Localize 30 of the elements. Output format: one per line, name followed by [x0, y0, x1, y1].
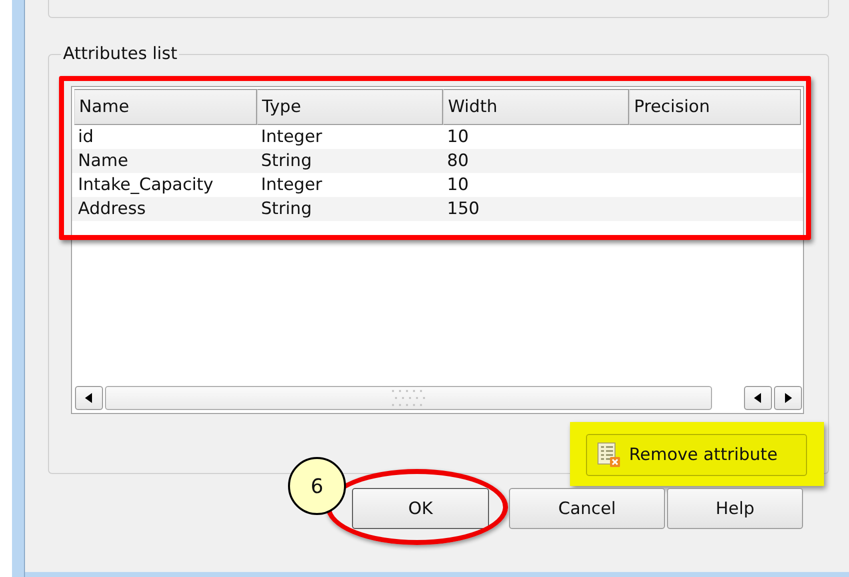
- table-cell-text: String: [260, 150, 313, 173]
- table-cell-text: Address: [77, 198, 147, 221]
- table-cell-text: Name: [77, 150, 130, 173]
- table-cell-text: 10: [446, 126, 470, 149]
- right-arrow-icon: [784, 393, 792, 403]
- remove-attribute-button[interactable]: Remove attribute: [586, 434, 807, 476]
- scrollbar-thumb[interactable]: [105, 386, 712, 410]
- scroll-left-button[interactable]: [75, 386, 103, 410]
- column-header[interactable]: Precision: [629, 89, 801, 125]
- table-cell-text: 150: [446, 198, 480, 221]
- table-delete-icon: [597, 442, 621, 468]
- left-arrow-icon: [754, 393, 762, 403]
- left-arrow-icon: [85, 393, 93, 403]
- scroll-right-button[interactable]: [774, 386, 802, 410]
- table-cell-text: 10: [446, 174, 470, 197]
- table-cell-text: String: [260, 198, 313, 221]
- table-cell-text: Intake_Capacity: [77, 174, 214, 197]
- column-header[interactable]: Name: [74, 89, 257, 125]
- scroll-left-button[interactable]: [744, 386, 772, 410]
- column-header[interactable]: Width: [443, 89, 629, 125]
- dialog-button[interactable]: Help: [667, 488, 803, 529]
- dialog-button[interactable]: OK: [352, 488, 489, 529]
- horizontal-scrollbar[interactable]: [75, 385, 802, 411]
- table-cell-text: 80: [446, 150, 470, 173]
- dialog-button[interactable]: Cancel: [509, 488, 665, 529]
- table-cell-text: id: [77, 126, 95, 149]
- group-title: Attributes list: [62, 44, 178, 64]
- table-cell-text: Integer: [260, 174, 324, 197]
- column-header[interactable]: Type: [257, 89, 443, 125]
- table-cell-text: Integer: [260, 126, 324, 149]
